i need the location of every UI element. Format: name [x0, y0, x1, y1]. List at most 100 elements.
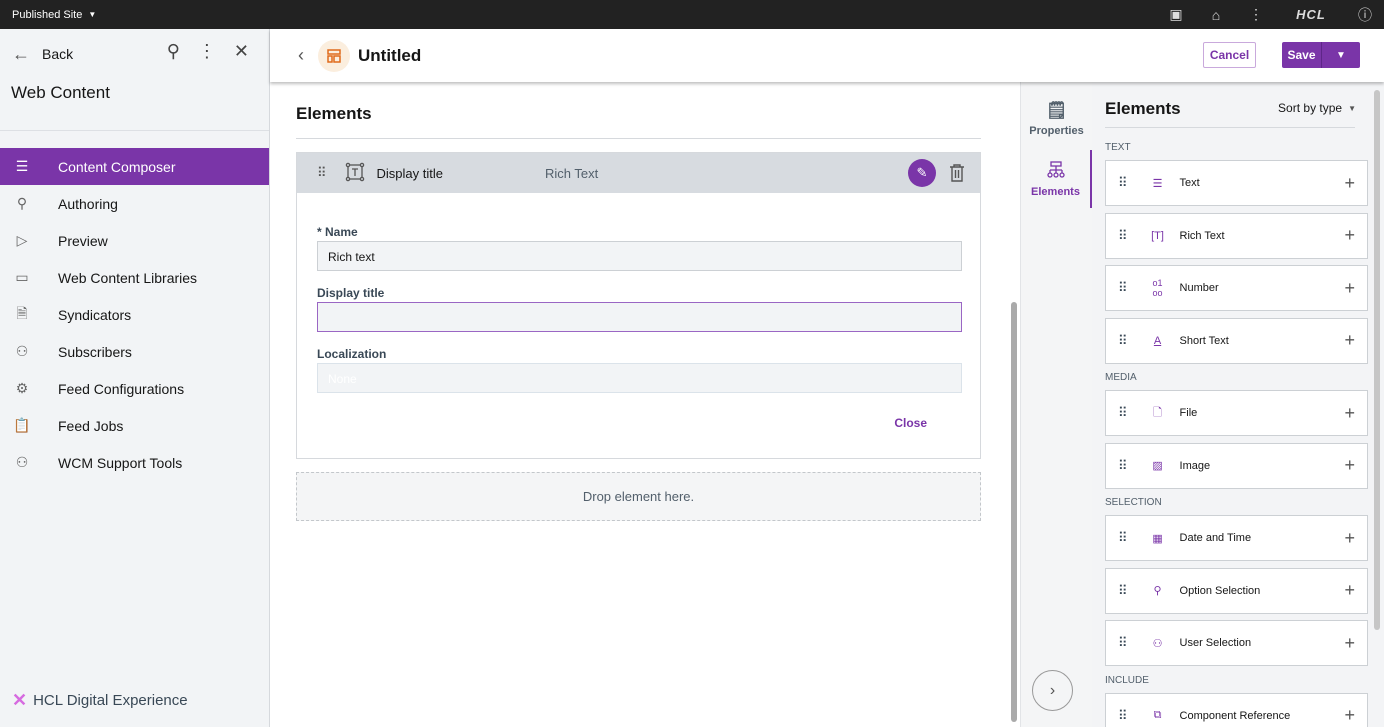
add-icon[interactable]: + [1344, 455, 1355, 476]
element-card: ⠿ Display title Rich Text ✎ * Name Rich … [296, 152, 981, 459]
section-label: SELECTION [1105, 495, 1368, 515]
rich-text-icon [345, 162, 365, 185]
display-title-input[interactable] [317, 302, 962, 332]
nav-subscribers[interactable]: ⚇Subscribers [0, 333, 269, 370]
user-list-icon: ⚇ [1148, 637, 1168, 650]
palette-item-image[interactable]: ⠿▨Image+ [1105, 443, 1368, 489]
palette-item-user-selection[interactable]: ⠿⚇User Selection+ [1105, 620, 1368, 666]
nav-authoring[interactable]: ⚲Authoring [0, 185, 269, 222]
item-label: Option Selection [1180, 585, 1261, 597]
drop-zone[interactable]: Drop element here. [296, 472, 981, 521]
drag-handle-icon[interactable]: ⠿ [1118, 583, 1128, 599]
users-icon: ⚇ [12, 453, 32, 473]
item-label: Short Text [1180, 335, 1229, 347]
add-icon[interactable]: + [1344, 330, 1355, 351]
palette-item-number[interactable]: ⠿o1ooNumber+ [1105, 265, 1368, 311]
name-label: * Name [317, 225, 358, 239]
panel-title: Elements [1105, 99, 1181, 119]
add-icon[interactable]: + [1344, 403, 1355, 424]
scrollbar[interactable] [1374, 90, 1380, 630]
nav-libraries[interactable]: ▭Web Content Libraries [0, 259, 269, 296]
cancel-button[interactable]: Cancel [1203, 42, 1256, 68]
nav-syndicators[interactable]: 🗎 Syndicators [0, 296, 269, 333]
palette-item-file[interactable]: ⠿🗋File+ [1105, 390, 1368, 436]
overflow-icon[interactable]: ⋮ [198, 41, 216, 62]
nav-label: Syndicators [58, 307, 131, 323]
nav-feed-jobs[interactable]: 📋Feed Jobs [0, 407, 269, 444]
save-button[interactable]: Save [1282, 42, 1322, 68]
gear-icon: ⚙ [12, 379, 32, 399]
add-icon[interactable]: + [1344, 173, 1355, 194]
close-button[interactable]: Close [894, 416, 927, 430]
page-title: Untitled [358, 46, 421, 66]
add-icon[interactable]: + [1344, 633, 1355, 654]
nav-label: Web Content Libraries [58, 270, 197, 286]
localization-select[interactable]: None [317, 363, 962, 393]
drag-handle-icon[interactable]: ⠿ [1118, 280, 1128, 296]
palette-item-rich-text[interactable]: ⠿[T]Rich Text+ [1105, 213, 1368, 259]
palette-item-component-reference[interactable]: ⠿⧉Component Reference+ [1105, 693, 1368, 727]
site-selector[interactable]: Published Site▼ [12, 9, 96, 21]
preview-icon[interactable]: ▣ [1156, 6, 1196, 23]
palette-item-text[interactable]: ⠿☰Text+ [1105, 160, 1368, 206]
element-display-title: Display title [377, 166, 443, 181]
tab-label: Elements [1031, 186, 1080, 198]
file-icon: 🗋 [1148, 404, 1168, 423]
drag-handle-icon[interactable]: ⠿ [1118, 175, 1128, 191]
element-card-header: ⠿ Display title Rich Text ✎ [297, 153, 980, 193]
add-icon[interactable]: + [1344, 528, 1355, 549]
chevron-left-icon[interactable]: ‹ [298, 45, 304, 66]
name-input[interactable]: Rich text [317, 241, 962, 271]
rich-text-icon: [T] [1148, 230, 1168, 242]
trash-icon[interactable] [949, 164, 965, 185]
sort-dropdown[interactable]: Sort by type▼ [1278, 101, 1356, 115]
drag-handle-icon[interactable]: ⠿ [1118, 530, 1128, 546]
nav-preview[interactable]: ▷Preview [0, 222, 269, 259]
info-icon[interactable]: ⓘ [1346, 5, 1384, 25]
nav-wcm-support-tools[interactable]: ⚇WCM Support Tools [0, 444, 269, 481]
pencil-icon: ✎ [917, 165, 928, 181]
overflow-icon[interactable]: ⋮ [1236, 6, 1276, 23]
home-icon[interactable]: ⌂ [1196, 7, 1236, 23]
text-icon: ☰ [1148, 177, 1168, 190]
add-icon[interactable]: + [1344, 278, 1355, 299]
image-icon: ▨ [1148, 459, 1168, 472]
save-options-dropdown[interactable]: ▼ [1322, 42, 1360, 68]
scrollbar[interactable] [1011, 302, 1017, 722]
close-icon[interactable]: ✕ [234, 41, 249, 62]
item-label: Date and Time [1180, 532, 1252, 544]
drag-handle-icon[interactable]: ⠿ [317, 165, 327, 181]
editor-header: ‹ Untitled Cancel Save▼ [270, 29, 1384, 82]
save-button-group: Save▼ [1282, 42, 1360, 68]
drag-handle-icon[interactable]: ⠿ [1118, 708, 1128, 724]
palette-item-date-time[interactable]: ⠿▦Date and Time+ [1105, 515, 1368, 561]
divider [1105, 127, 1355, 128]
users-icon: ⚇ [12, 342, 32, 362]
edit-button[interactable]: ✎ [908, 159, 936, 187]
section-label: TEXT [1105, 140, 1368, 160]
nav-feed-configurations[interactable]: ⚙Feed Configurations [0, 370, 269, 407]
drag-handle-icon[interactable]: ⠿ [1118, 458, 1128, 474]
drag-handle-icon[interactable]: ⠿ [1118, 635, 1128, 651]
add-icon[interactable]: + [1344, 225, 1355, 246]
document-check-icon: 🗎 [12, 305, 32, 325]
drag-handle-icon[interactable]: ⠿ [1118, 405, 1128, 421]
drag-handle-icon[interactable]: ⠿ [1118, 228, 1128, 244]
drag-handle-icon[interactable]: ⠿ [1118, 333, 1128, 349]
back-button[interactable]: ←Back [12, 44, 73, 65]
localization-label: Localization [317, 347, 386, 361]
search-icon[interactable]: ⚲ [167, 41, 180, 62]
tab-elements[interactable]: Elements [1021, 150, 1092, 208]
section-title: Elements [296, 104, 372, 124]
caret-down-icon: ▼ [1348, 104, 1356, 113]
add-icon[interactable]: + [1344, 580, 1355, 601]
element-type: Rich Text [545, 166, 598, 181]
add-icon[interactable]: + [1344, 705, 1355, 726]
tab-properties[interactable]: 🗒Properties [1021, 90, 1092, 148]
palette-item-option-selection[interactable]: ⠿⚲Option Selection+ [1105, 568, 1368, 614]
section-label: INCLUDE [1105, 673, 1368, 693]
chevron-right-icon[interactable]: › [1032, 670, 1073, 711]
nav-content-composer[interactable]: ☰Content Composer [0, 148, 269, 185]
tab-label: Properties [1029, 125, 1083, 137]
palette-item-short-text[interactable]: ⠿AShort Text+ [1105, 318, 1368, 364]
